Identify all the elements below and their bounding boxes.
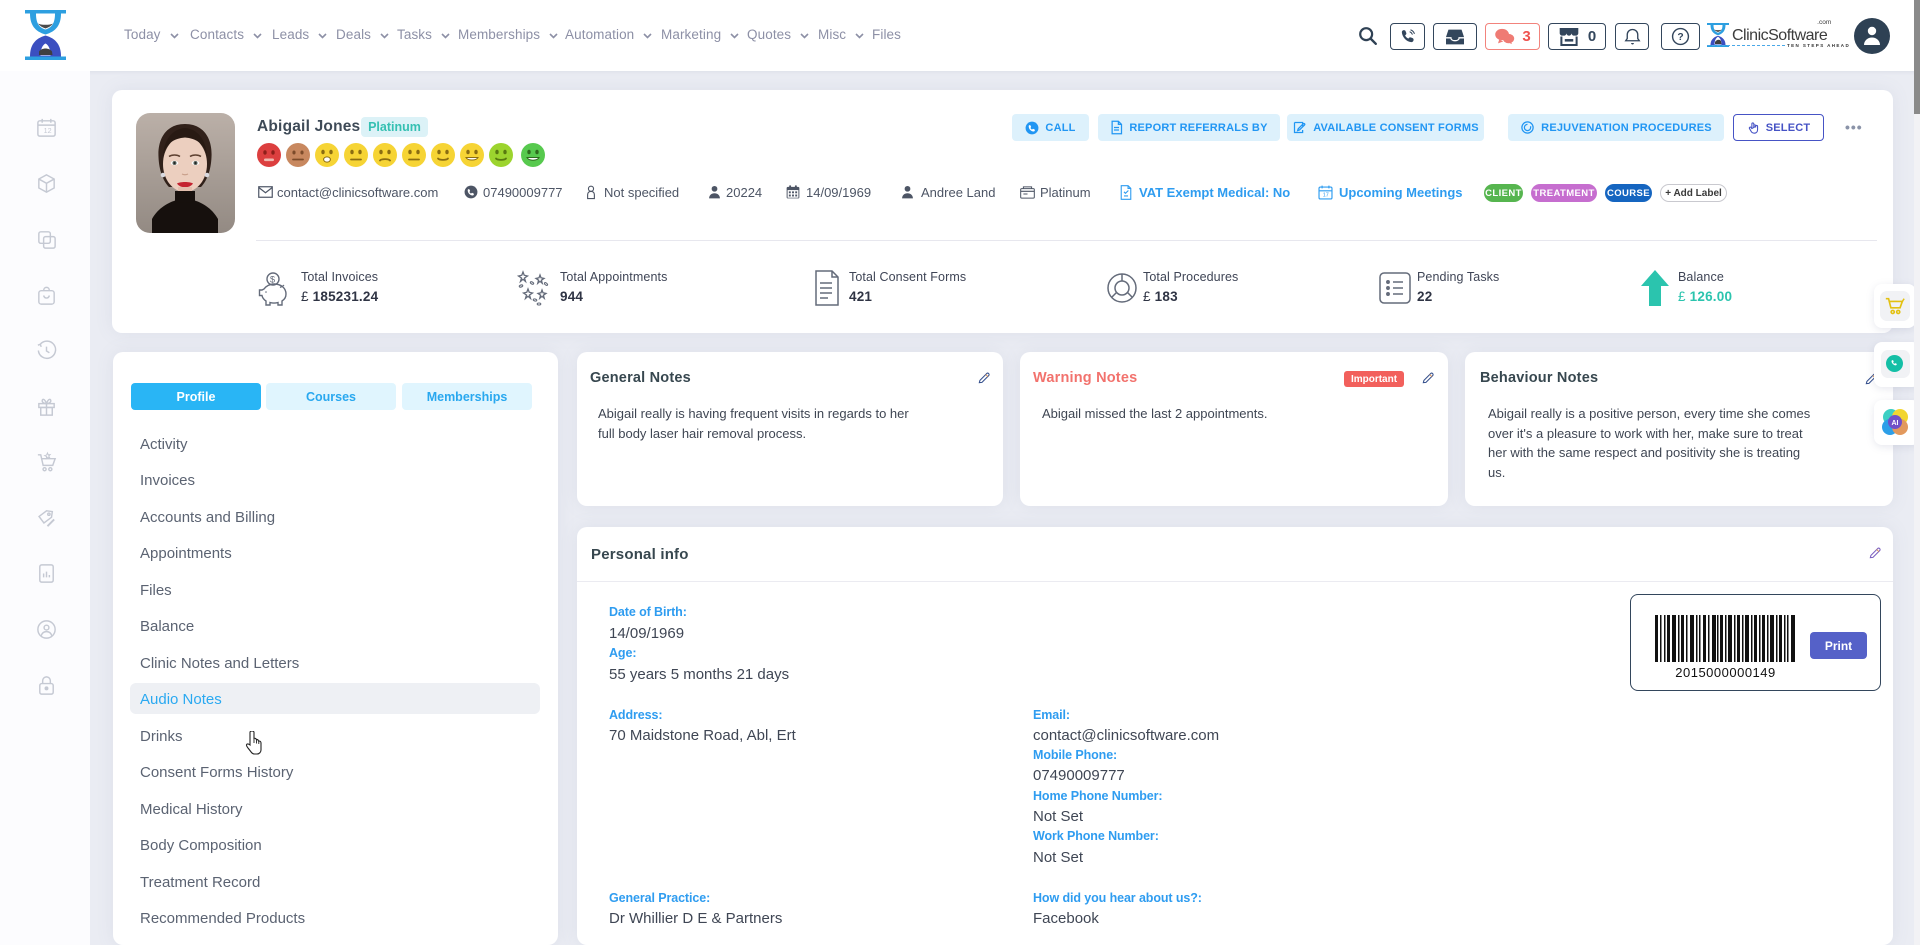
svg-text:$: $ [270, 275, 275, 285]
svg-text:12: 12 [44, 127, 52, 135]
svg-text:17: 17 [1323, 192, 1329, 198]
svg-text:?: ? [1677, 32, 1683, 43]
svg-text:AI: AI [1892, 420, 1899, 427]
